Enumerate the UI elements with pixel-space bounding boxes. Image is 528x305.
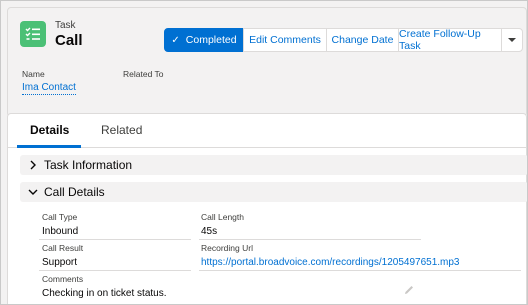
change-date-button[interactable]: Change Date (326, 28, 399, 52)
tab-related[interactable]: Related (101, 123, 142, 137)
call-type-value: Inbound (42, 226, 79, 237)
field-divider (199, 270, 521, 271)
call-type-label: Call Type (42, 212, 78, 222)
record-title: Call (55, 32, 83, 49)
call-result-value: Support (42, 257, 78, 268)
chevron-down-icon (24, 188, 42, 196)
create-follow-up-task-button[interactable]: Create Follow-Up Task (398, 28, 502, 52)
edit-comments-button[interactable]: Edit Comments (243, 28, 327, 52)
name-label: Name (22, 69, 45, 79)
field-divider (39, 239, 191, 240)
call-result-label: Call Result (42, 243, 84, 253)
recording-url-label: Recording Url (201, 243, 253, 253)
record-header: Task Call ✓ Completed Edit Comments Chan… (7, 7, 527, 117)
name-link[interactable]: Ima Contact (22, 82, 76, 95)
record-page: Task Call ✓ Completed Edit Comments Chan… (0, 0, 528, 305)
tab-bar: Details Related (8, 114, 526, 148)
object-type-label: Task (55, 20, 76, 31)
pencil-icon[interactable] (403, 284, 415, 296)
comments-value: Checking in on ticket status. (42, 288, 167, 299)
task-information-title: Task Information (44, 158, 133, 172)
recording-url-link[interactable]: https://portal.broadvoice.com/recordings… (201, 257, 460, 268)
call-details-title: Call Details (44, 185, 105, 199)
call-length-label: Call Length (201, 212, 245, 222)
call-length-value: 45s (201, 226, 218, 237)
check-icon: ✓ (171, 34, 180, 46)
chevron-down-icon (508, 38, 516, 42)
related-to-label: Related To (123, 69, 164, 79)
task-icon (20, 21, 46, 47)
chevron-right-icon (24, 160, 42, 170)
active-tab-indicator (17, 145, 81, 148)
more-actions-button[interactable] (501, 28, 523, 52)
completed-button-label: Completed (185, 34, 237, 46)
task-information-section-header[interactable]: Task Information (20, 155, 527, 175)
field-divider (39, 270, 191, 271)
comments-label: Comments (42, 274, 84, 284)
action-button-group: ✓ Completed Edit Comments Change Date Cr… (164, 28, 523, 52)
call-details-section-header[interactable]: Call Details (20, 182, 527, 202)
field-divider (199, 239, 421, 240)
completed-button[interactable]: ✓ Completed (164, 28, 244, 52)
tab-details[interactable]: Details (30, 123, 69, 137)
record-body: Details Related Task Information Call De… (7, 113, 527, 304)
